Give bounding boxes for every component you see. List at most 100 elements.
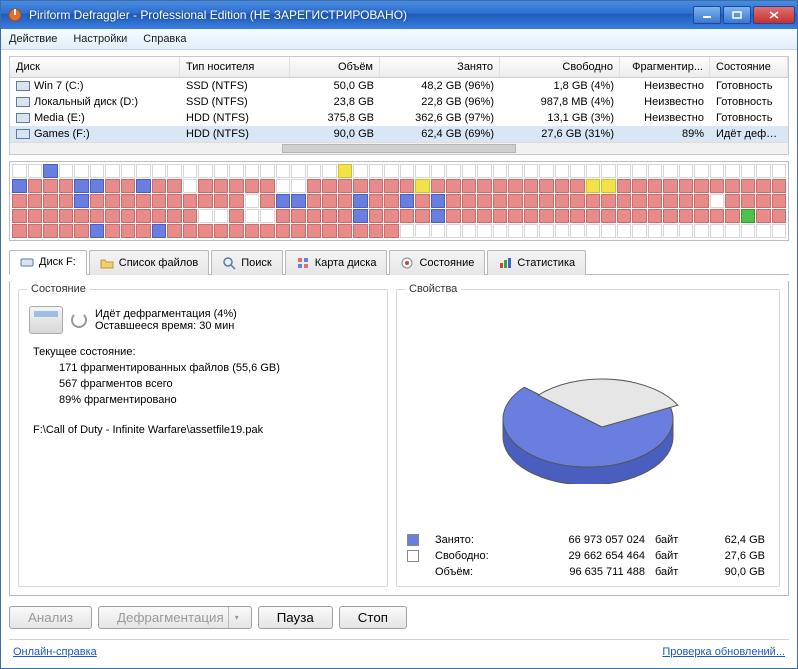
legend-free-swatch [407, 550, 419, 562]
block-cell [756, 194, 771, 208]
block-cell [663, 224, 678, 238]
block-cell [338, 164, 353, 178]
drive-icon [16, 113, 30, 123]
col-disk[interactable]: Диск [10, 57, 180, 77]
maximize-button[interactable] [723, 6, 751, 24]
block-cell [322, 194, 337, 208]
block-cell [229, 164, 244, 178]
stop-button[interactable]: Стоп [339, 606, 407, 629]
block-cell [322, 179, 337, 193]
block-cell [570, 164, 585, 178]
defrag-button[interactable]: Дефрагментация ▾ [98, 606, 252, 629]
tab-stats[interactable]: Статистика [487, 250, 586, 275]
block-cell [307, 209, 322, 223]
menu-action[interactable]: Действие [9, 33, 57, 45]
drive-row[interactable]: Media (E:)HDD (NTFS)375,8 GB362,6 GB (97… [10, 110, 788, 126]
block-cell [245, 164, 260, 178]
block-cell [74, 179, 89, 193]
block-cell [772, 179, 787, 193]
col-used[interactable]: Занято [380, 57, 500, 77]
block-cell [12, 209, 27, 223]
block-cell [59, 224, 74, 238]
block-cell [136, 179, 151, 193]
block-cell [245, 209, 260, 223]
block-cell [369, 179, 384, 193]
block-cell [167, 224, 182, 238]
block-cell [725, 179, 740, 193]
block-cell [105, 179, 120, 193]
drive-icon [16, 129, 30, 139]
block-cell [291, 209, 306, 223]
tab-content: Состояние Идёт дефрагментация (4%) Остав… [9, 281, 789, 596]
pie-legend: Занято: 66 973 057 024 байт 62,4 GB Своб… [407, 534, 769, 578]
block-cell [648, 209, 663, 223]
block-cell [508, 194, 523, 208]
drive-row[interactable]: Win 7 (C:)SSD (NTFS)50,0 GB48,2 GB (96%)… [10, 78, 788, 94]
drive-list: Диск Тип носителя Объём Занято Свободно … [9, 56, 789, 155]
block-cell [772, 194, 787, 208]
col-free[interactable]: Свободно [500, 57, 620, 77]
drive-row[interactable]: Локальный диск (D:)SSD (NTFS)23,8 GB22,8… [10, 94, 788, 110]
col-status[interactable]: Состояние [710, 57, 788, 77]
tab-files[interactable]: Список файлов [89, 250, 209, 275]
tab-search[interactable]: Поиск [211, 250, 282, 275]
block-cell [679, 179, 694, 193]
block-cell [59, 194, 74, 208]
update-link[interactable]: Проверка обновлений... [662, 646, 785, 658]
block-cell [431, 209, 446, 223]
block-cell [663, 164, 678, 178]
legend-free-gb: 27,6 GB [705, 550, 765, 562]
drive-row[interactable]: Games (F:)HDD (NTFS)90,0 GB62,4 GB (69%)… [10, 126, 788, 142]
pause-button[interactable]: Пауза [258, 606, 333, 629]
block-cell [524, 224, 539, 238]
block-cell [493, 194, 508, 208]
block-cell [679, 194, 694, 208]
titlebar[interactable]: Piriform Defraggler - Professional Editi… [1, 1, 797, 29]
chevron-down-icon[interactable]: ▾ [228, 607, 245, 628]
drive-list-header: Диск Тип носителя Объём Занято Свободно … [10, 57, 788, 78]
block-cell [694, 179, 709, 193]
block-cell [74, 164, 89, 178]
col-media[interactable]: Тип носителя [180, 57, 290, 77]
footer: Онлайн-справка Проверка обновлений... [9, 639, 789, 662]
horizontal-scrollbar[interactable] [10, 142, 788, 154]
app-icon [7, 7, 23, 23]
block-cell [43, 209, 58, 223]
block-cell [384, 179, 399, 193]
block-cell [632, 179, 647, 193]
block-cell [152, 209, 167, 223]
block-cell [508, 164, 523, 178]
block-cell [384, 209, 399, 223]
block-cell [198, 164, 213, 178]
tab-disk[interactable]: Диск F: [9, 250, 87, 275]
tab-map[interactable]: Карта диска [285, 250, 388, 275]
analyze-button[interactable]: Анализ [9, 606, 92, 629]
col-size[interactable]: Объём [290, 57, 380, 77]
block-cell [183, 194, 198, 208]
block-cell [353, 194, 368, 208]
minimize-button[interactable] [693, 6, 721, 24]
pie-chart [478, 344, 698, 484]
block-map[interactable] [9, 161, 789, 241]
block-cell [214, 209, 229, 223]
menu-settings[interactable]: Настройки [73, 33, 127, 45]
block-cell [136, 194, 151, 208]
tab-health[interactable]: Состояние [389, 250, 485, 275]
scrollbar-thumb[interactable] [282, 144, 515, 153]
block-cell [338, 179, 353, 193]
help-link[interactable]: Онлайн-справка [13, 646, 97, 658]
status-detail-1: 171 фрагментированных файлов (55,6 GB) [59, 360, 377, 376]
block-cell [663, 209, 678, 223]
block-cell [617, 194, 632, 208]
block-cell [493, 164, 508, 178]
block-cell [245, 179, 260, 193]
close-button[interactable] [753, 6, 795, 24]
block-cell [121, 209, 136, 223]
block-cell [369, 224, 384, 238]
block-cell [539, 179, 554, 193]
block-cell [415, 209, 430, 223]
map-icon [296, 256, 310, 270]
col-frag[interactable]: Фрагментир... [620, 57, 710, 77]
block-cell [28, 224, 43, 238]
menu-help[interactable]: Справка [143, 33, 186, 45]
